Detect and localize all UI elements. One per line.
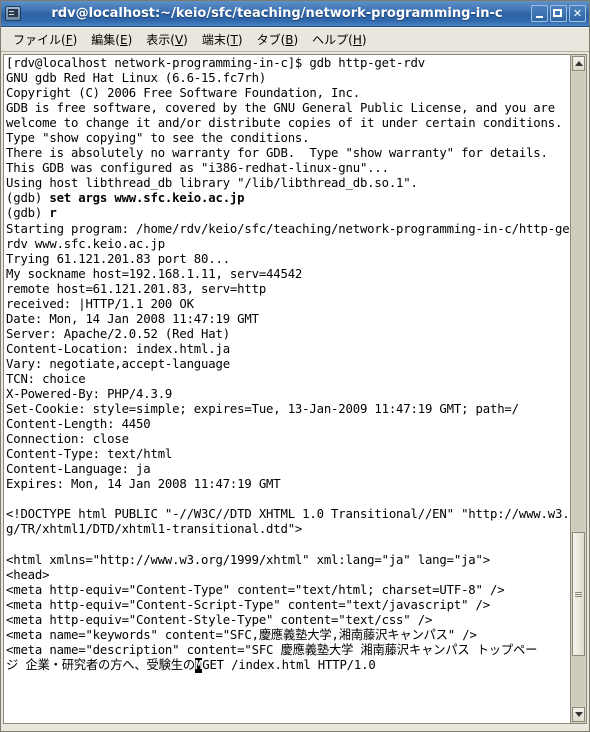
minimize-button[interactable]: [531, 5, 548, 22]
menu-tabs[interactable]: タブ(B): [250, 29, 306, 50]
menu-file[interactable]: ファイル(F): [6, 29, 84, 50]
window-buttons: ✕: [531, 5, 586, 22]
menu-file-mnemonic: F: [65, 33, 73, 47]
terminal-icon: [5, 6, 21, 21]
menu-help-tail: ): [361, 33, 367, 47]
menu-edit-label: 編集(: [91, 33, 120, 47]
terminal-window: rdv@localhost:~/keio/sfc/teaching/networ…: [0, 0, 590, 732]
terminal-body: [rdv@localhost network-programming-in-c]…: [1, 52, 589, 727]
scroll-up-button[interactable]: [572, 56, 585, 71]
menu-terminal[interactable]: 端末(T): [195, 29, 250, 50]
terminal-cursor: M: [194, 657, 203, 673]
menu-tabs-tail: ): [293, 33, 299, 47]
maximize-button[interactable]: [550, 5, 567, 22]
menu-edit-mnemonic: E: [119, 33, 128, 47]
menu-help[interactable]: ヘルプ(H): [305, 29, 373, 50]
titlebar[interactable]: rdv@localhost:~/keio/sfc/teaching/networ…: [1, 1, 589, 27]
menu-help-mnemonic: H: [352, 33, 362, 47]
menu-help-label: ヘルプ(: [312, 33, 353, 47]
menu-view-tail: ): [183, 33, 188, 47]
window-title: rdv@localhost:~/keio/sfc/teaching/networ…: [51, 6, 503, 21]
window-bottom-edge: [1, 727, 589, 731]
menu-file-label: ファイル(: [13, 33, 66, 47]
scrollbar-track[interactable]: [572, 72, 585, 706]
menu-edit[interactable]: 編集(E): [84, 29, 139, 50]
scroll-down-arrow-icon: [574, 712, 583, 717]
menubar: ファイル(F) 編集(E) 表示(V) 端末(T) タブ(B) ヘルプ(H): [1, 27, 589, 52]
menu-terminal-mnemonic: T: [230, 33, 238, 47]
menu-edit-tail: ): [127, 33, 133, 47]
scrollbar-grip-icon: [575, 591, 582, 597]
menu-terminal-label: 端末(: [201, 33, 231, 47]
menu-view-mnemonic: V: [174, 33, 184, 47]
close-button[interactable]: ✕: [569, 5, 586, 22]
terminal-scrollbar[interactable]: [570, 54, 587, 724]
scroll-up-arrow-icon: [574, 61, 583, 66]
menu-terminal-tail: ): [237, 33, 243, 47]
menu-view-label: 表示(: [146, 33, 175, 47]
terminal-text: [rdv@localhost network-programming-in-c]…: [6, 56, 570, 673]
menu-file-tail: ): [72, 33, 78, 47]
terminal-output-area[interactable]: [rdv@localhost network-programming-in-c]…: [3, 54, 570, 724]
menu-view[interactable]: 表示(V): [139, 29, 195, 50]
scroll-down-button[interactable]: [572, 707, 585, 722]
menu-tabs-label: タブ(: [256, 33, 286, 47]
scrollbar-thumb[interactable]: [572, 532, 585, 656]
